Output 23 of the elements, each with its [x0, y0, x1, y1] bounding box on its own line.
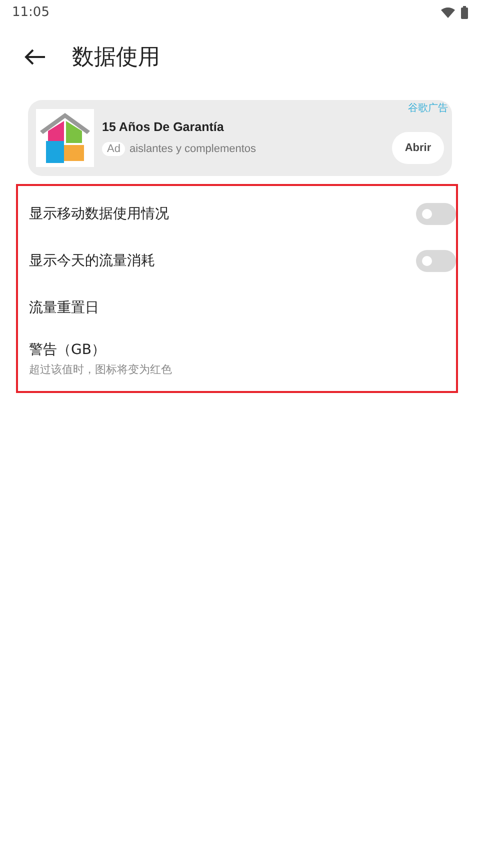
ad-subtitle: aislantes y complementos	[129, 143, 256, 155]
ad-title: 15 Años De Garantía	[102, 120, 225, 134]
setting-label: 显示今天的流量消耗	[29, 252, 155, 270]
settings-row[interactable]: 流量重置日	[18, 284, 456, 331]
toggle-switch[interactable]	[416, 202, 456, 224]
page-title: 数据使用	[72, 44, 160, 72]
ad-label: 谷歌广告	[408, 102, 448, 115]
toggle-switch[interactable]	[416, 250, 456, 272]
setting-label: 警告（GB）	[29, 341, 106, 359]
battery-icon	[461, 6, 468, 18]
back-arrow-icon[interactable]	[24, 49, 46, 65]
open-button[interactable]: Abrir	[392, 132, 444, 164]
settings-row[interactable]: 显示今天的流量消耗	[18, 237, 456, 284]
wifi-icon	[441, 6, 455, 18]
settings-row[interactable]: 显示移动数据使用情况	[18, 190, 456, 237]
status-time: 11:05	[12, 4, 50, 20]
setting-label: 显示移动数据使用情况	[29, 204, 169, 222]
ad-badge: Ad	[102, 142, 126, 156]
setting-label: 流量重置日	[29, 298, 99, 316]
setting-summary: 超过该值时，图标将变为红色	[29, 362, 172, 377]
ad-card[interactable]: 谷歌广告 15 Años De Garantía Ad aislantes y complementos Abrir	[28, 100, 452, 176]
settings-row[interactable]: 警告（GB） 超过该值时，图标将变为红色	[18, 331, 456, 387]
house-puzzle-logo-icon	[36, 109, 94, 167]
